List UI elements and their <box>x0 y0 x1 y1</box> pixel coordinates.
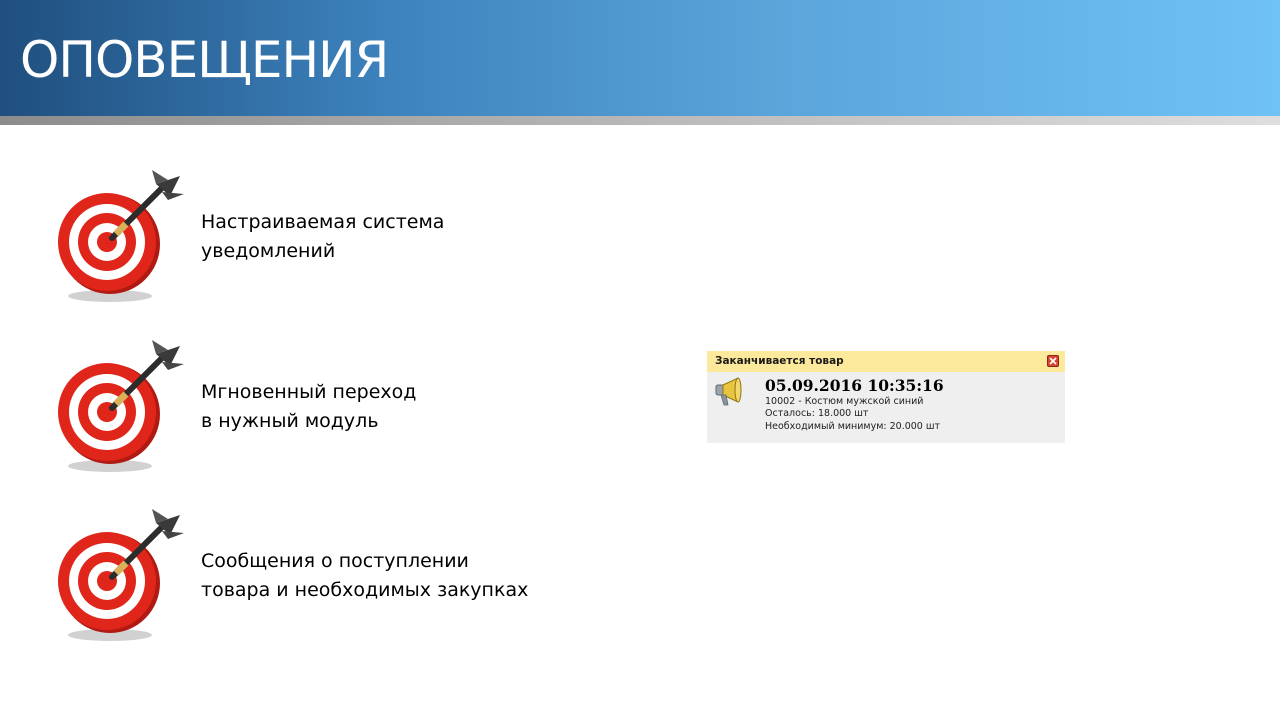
feature-line: Сообщения о поступлении <box>201 550 469 572</box>
target-dart-icon <box>58 509 184 641</box>
feature-line: товара и необходимых закупках <box>201 579 529 601</box>
feature-text: Мгновенный переход в нужный модуль <box>201 378 416 436</box>
notification-minimum: Необходимый минимум: 20.000 шт <box>765 421 941 432</box>
feature-text: Сообщения о поступлении товара и необход… <box>201 547 528 605</box>
slide: ОПОВЕЩЕНИЯ Настраиваемая система уведомл… <box>0 0 1280 720</box>
notification-popup[interactable]: Заканчивается товар 05.09.2016 10:35:16 … <box>707 351 1065 443</box>
header-banner: ОПОВЕЩЕНИЯ <box>0 0 1280 116</box>
notification-item: 10002 - Костюм мужской синий <box>765 396 924 407</box>
feature-item: Мгновенный переход в нужный модуль <box>52 336 572 476</box>
feature-line: Настраиваемая система <box>201 211 445 233</box>
target-dart-icon <box>58 340 184 472</box>
feature-line: Мгновенный переход <box>201 381 417 403</box>
header-divider <box>0 116 1280 125</box>
feature-line: в нужный модуль <box>201 410 379 432</box>
megaphone-icon <box>715 377 742 406</box>
page-title: ОПОВЕЩЕНИЯ <box>20 31 389 89</box>
notification-title: Заканчивается товар <box>715 355 844 367</box>
feature-line: уведомлений <box>201 240 336 262</box>
notification-remaining: Осталось: 18.000 шт <box>765 408 869 419</box>
target-dart-icon <box>58 170 184 302</box>
close-icon[interactable] <box>1047 355 1059 367</box>
notification-titlebar: Заканчивается товар <box>707 351 1065 372</box>
feature-item: Настраиваемая система уведомлений <box>52 166 572 306</box>
feature-text: Настраиваемая система уведомлений <box>201 208 444 266</box>
notification-datetime: 05.09.2016 10:35:16 <box>765 376 944 395</box>
feature-item: Сообщения о поступлении товара и необход… <box>52 505 572 645</box>
